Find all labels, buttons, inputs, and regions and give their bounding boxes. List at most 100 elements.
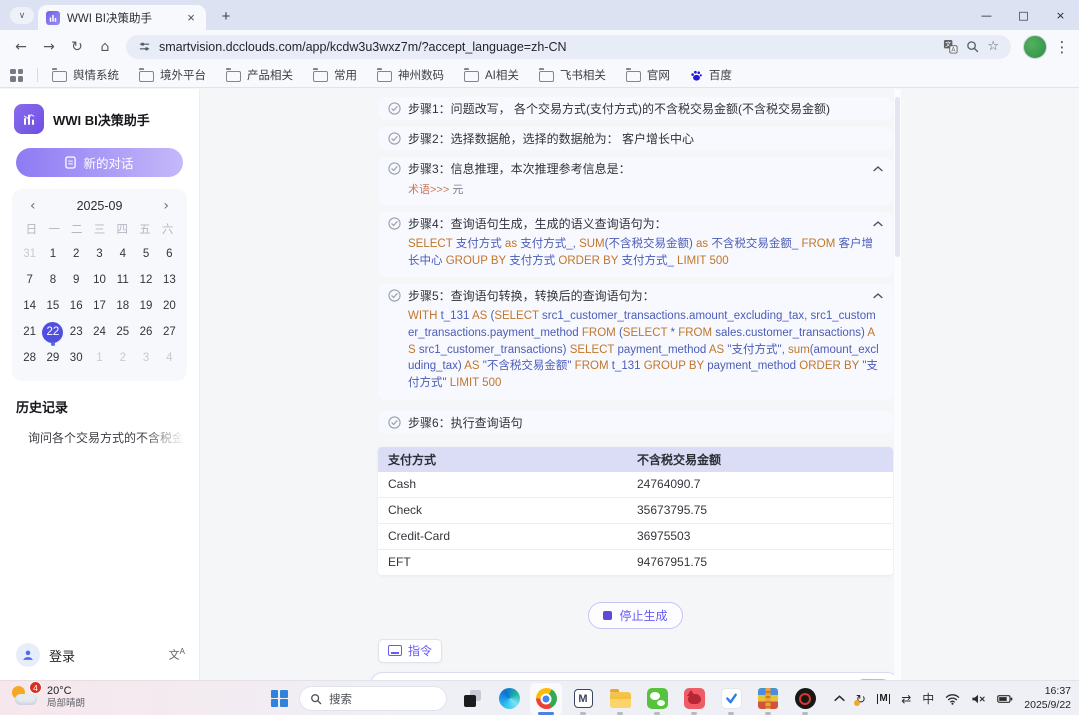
volume-muted-icon[interactable] bbox=[971, 693, 986, 705]
minimize-button[interactable]: — bbox=[968, 0, 1005, 30]
recorder-app[interactable] bbox=[789, 683, 821, 715]
bookmark-baidu[interactable]: 百度 bbox=[690, 67, 732, 83]
calendar-day[interactable]: 10 bbox=[88, 269, 111, 291]
home-button[interactable]: ⌂ bbox=[92, 34, 118, 60]
browser-tab[interactable]: WWI BI决策助手 × bbox=[38, 5, 206, 30]
bookmark-star-icon[interactable]: ☆ bbox=[987, 39, 999, 54]
scrollbar[interactable] bbox=[894, 89, 901, 680]
wechat-app[interactable] bbox=[641, 683, 673, 715]
calendar-day[interactable]: 24 bbox=[88, 321, 111, 343]
edge-app[interactable] bbox=[493, 683, 525, 715]
browser-menu-icon[interactable]: ⋮ bbox=[1053, 38, 1071, 56]
ime-indicator[interactable]: 中 bbox=[922, 693, 934, 705]
calendar-day[interactable]: 30 bbox=[65, 347, 88, 369]
marktext-app[interactable]: M bbox=[567, 683, 599, 715]
calendar-day[interactable]: 20 bbox=[158, 295, 181, 317]
chat-input[interactable]: 0 bbox=[370, 672, 900, 680]
calendar-day[interactable]: 13 bbox=[158, 269, 181, 291]
bookmark-folder[interactable]: 官网 bbox=[626, 67, 670, 83]
calendar-day[interactable]: 18 bbox=[111, 295, 134, 317]
close-button[interactable]: × bbox=[1042, 0, 1079, 30]
calendar-day[interactable]: 11 bbox=[111, 269, 134, 291]
bookmark-folder[interactable]: AI相关 bbox=[464, 67, 519, 83]
address-bar[interactable]: smartvision.dcclouds.com/app/kcdw3u3wxz7… bbox=[126, 35, 1011, 59]
chevron-up-icon[interactable] bbox=[873, 293, 883, 299]
bookmark-folder[interactable]: 境外平台 bbox=[139, 67, 206, 83]
calendar-day[interactable]: 15 bbox=[41, 295, 64, 317]
reload-button[interactable]: ↻ bbox=[64, 34, 90, 60]
calendar-day[interactable]: 7 bbox=[18, 269, 41, 291]
tab-close-icon[interactable]: × bbox=[184, 10, 198, 25]
translate-icon[interactable]: 文A bbox=[943, 39, 958, 54]
tab-search-button[interactable]: ∨ bbox=[10, 7, 34, 24]
calendar-day[interactable]: 1 bbox=[41, 243, 64, 265]
bookmark-folder[interactable]: 常用 bbox=[313, 67, 357, 83]
network-activity-icon[interactable]: ⇄ bbox=[901, 693, 911, 705]
calendar-day[interactable]: 5 bbox=[134, 243, 157, 265]
step-header[interactable]: 步骤3：信息推理，本次推理参考信息是： bbox=[388, 157, 883, 180]
maximize-button[interactable]: □ bbox=[1005, 0, 1042, 30]
calendar-day[interactable]: 25 bbox=[111, 321, 134, 343]
wifi-icon[interactable] bbox=[945, 693, 960, 705]
calendar-day[interactable]: 21 bbox=[18, 321, 41, 343]
language-switch-icon[interactable]: 文A bbox=[169, 648, 185, 662]
calendar-day[interactable]: 4 bbox=[111, 243, 134, 265]
site-info-icon[interactable] bbox=[138, 40, 151, 53]
calendar-day[interactable]: 27 bbox=[158, 321, 181, 343]
start-button[interactable] bbox=[264, 684, 294, 714]
bookmark-folder[interactable]: 神州数码 bbox=[377, 67, 444, 83]
calendar-day[interactable]: 3 bbox=[134, 347, 157, 369]
m-tray-icon[interactable]: M bbox=[877, 694, 890, 704]
zoom-icon[interactable] bbox=[966, 40, 979, 53]
back-button[interactable]: ← bbox=[8, 34, 34, 60]
chevron-up-icon[interactable] bbox=[873, 221, 883, 227]
forward-button[interactable]: → bbox=[36, 34, 62, 60]
calendar-day[interactable]: 22 bbox=[41, 321, 64, 343]
bookmark-folder[interactable]: 产品相关 bbox=[226, 67, 293, 83]
step-header[interactable]: 步骤5：查询语句转换，转换后的查询语句为： bbox=[388, 284, 883, 307]
history-item[interactable]: 询问各个交易方式的不含税金额 bbox=[28, 429, 189, 446]
calendar-next-icon[interactable]: › bbox=[163, 199, 169, 213]
blue-v-app[interactable] bbox=[715, 683, 747, 715]
task-view-button[interactable] bbox=[456, 683, 488, 715]
bookmark-folder[interactable]: 飞书相关 bbox=[539, 67, 606, 83]
calendar-day[interactable]: 3 bbox=[88, 243, 111, 265]
taskbar-search[interactable]: 搜索 bbox=[299, 686, 447, 711]
battery-icon[interactable] bbox=[997, 694, 1013, 704]
login-button[interactable]: 登录 bbox=[49, 646, 160, 665]
calendar-prev-icon[interactable]: ‹ bbox=[30, 199, 36, 213]
archive-app[interactable] bbox=[752, 683, 784, 715]
calendar-day[interactable]: 17 bbox=[88, 295, 111, 317]
weather-widget[interactable]: 4 20°C 局部晴朗 bbox=[10, 684, 85, 711]
chevron-up-icon[interactable] bbox=[873, 166, 883, 172]
taskbar-clock[interactable]: 16:37 2025/9/22 bbox=[1024, 685, 1071, 712]
command-button[interactable]: 指令 bbox=[378, 639, 442, 663]
calendar-day[interactable]: 19 bbox=[134, 295, 157, 317]
calendar-day[interactable]: 14 bbox=[18, 295, 41, 317]
calendar-day[interactable]: 26 bbox=[134, 321, 157, 343]
calendar-day[interactable]: 2 bbox=[111, 347, 134, 369]
chrome-app[interactable] bbox=[530, 683, 562, 715]
scrollbar-thumb[interactable] bbox=[895, 97, 900, 257]
calendar-day[interactable]: 4 bbox=[158, 347, 181, 369]
calendar-day[interactable]: 28 bbox=[18, 347, 41, 369]
calendar-day[interactable]: 29 bbox=[41, 347, 64, 369]
calendar-day[interactable]: 12 bbox=[134, 269, 157, 291]
calendar-day[interactable]: 23 bbox=[65, 321, 88, 343]
new-chat-button[interactable]: 新的对话 bbox=[16, 148, 183, 177]
calendar-day[interactable]: 8 bbox=[41, 269, 64, 291]
red-cat-app[interactable] bbox=[678, 683, 710, 715]
calendar-day[interactable]: 2 bbox=[65, 243, 88, 265]
sync-tray-icon[interactable]: ↻ bbox=[856, 693, 866, 705]
apps-grid-icon[interactable] bbox=[10, 69, 23, 82]
profile-avatar[interactable] bbox=[1023, 35, 1047, 59]
calendar-day[interactable]: 9 bbox=[65, 269, 88, 291]
stop-generating-button[interactable]: 停止生成 bbox=[588, 602, 682, 629]
tray-chevron-icon[interactable] bbox=[834, 695, 845, 702]
file-explorer-app[interactable] bbox=[604, 683, 636, 715]
calendar-day[interactable]: 16 bbox=[65, 295, 88, 317]
bookmark-folder[interactable]: 舆情系统 bbox=[52, 67, 119, 83]
calendar-day[interactable]: 31 bbox=[18, 243, 41, 265]
step-header[interactable]: 步骤4：查询语句生成，生成的语义查询语句为： bbox=[388, 212, 883, 235]
new-tab-button[interactable]: + bbox=[214, 5, 238, 27]
